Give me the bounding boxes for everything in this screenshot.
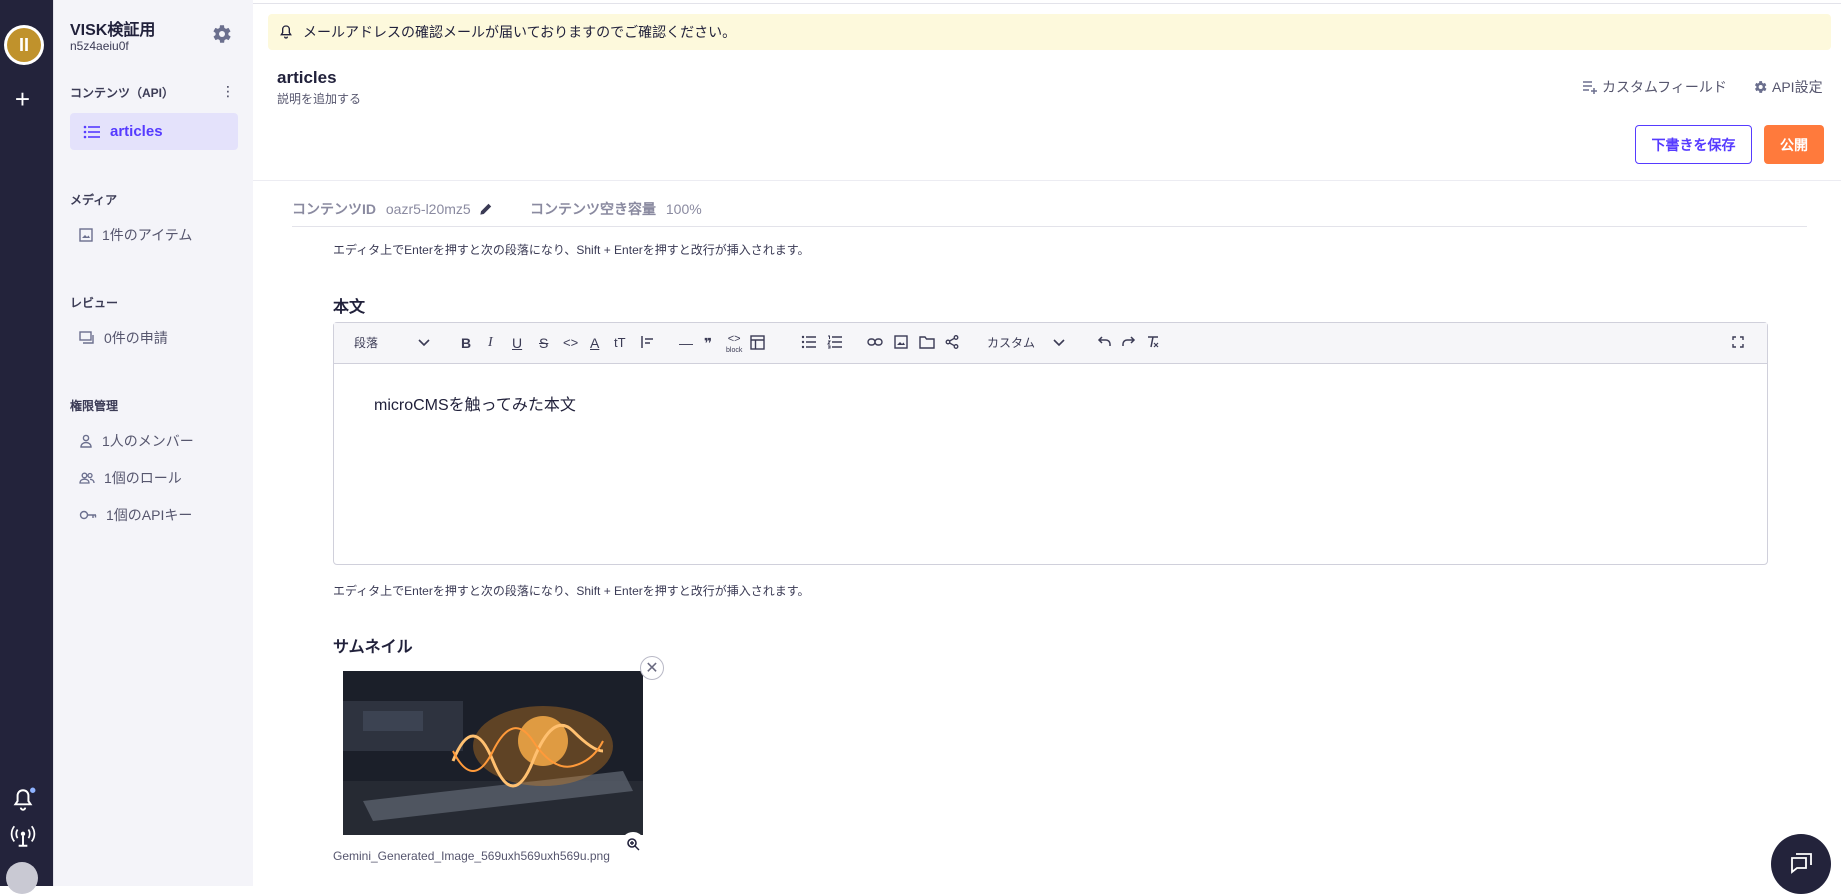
service-logo-mark: ΙΙ [7,28,41,62]
section-content-api: コンテンツ（API） [70,86,175,100]
email-confirm-banner: メールアドレスの確認メールが届いておりますのでご確認ください。 [268,14,1831,50]
gear-icon[interactable] [209,22,233,46]
group-icon [79,472,95,484]
add-description-link[interactable]: 説明を追加する [277,90,361,107]
more-vert-icon[interactable]: ⋮ [221,83,235,100]
api-settings-link[interactable]: API設定 [1752,77,1823,97]
support-chat-button[interactable] [1771,834,1831,894]
broadcast-icon[interactable] [10,823,36,849]
content-id-row: コンテンツID oazr5-l20mz5 [292,199,493,219]
gear-icon [1754,81,1767,93]
blockquote-button[interactable]: ❞ [704,335,712,351]
clear-format-icon[interactable] [1146,335,1160,352]
section-review: レビュー [70,296,119,310]
strikethrough-button[interactable]: S [539,335,548,351]
user-avatar[interactable] [6,862,38,894]
text-color-button[interactable]: A [590,335,599,351]
add-service-icon[interactable]: + [0,86,45,112]
sidebar-item-label: articles [110,123,163,140]
bullet-list-icon[interactable] [801,335,817,352]
section-media: メディア [70,193,118,207]
code-block-glyph: <> [727,333,741,345]
header-divider [253,180,1841,181]
image-icon[interactable] [894,335,908,352]
top-border [253,0,1841,4]
paragraph-select[interactable]: 段落 [354,335,378,351]
edit-icon[interactable] [479,202,493,216]
custom-fields-link[interactable]: カスタムフィールド [1582,77,1727,97]
publish-button[interactable]: 公開 [1764,125,1824,164]
custom-fields-label: カスタムフィールド [1602,79,1727,95]
numbered-list-icon[interactable] [827,335,843,352]
global-rail: ΙΙ + [0,0,53,894]
meta-divider [292,226,1807,227]
folder-icon[interactable] [919,335,935,352]
content-id-value: oazr5-l20mz5 [385,201,471,217]
bold-button[interactable]: B [461,335,471,351]
review-icon [79,331,94,344]
capacity-value: 100% [665,201,702,217]
bell-icon [280,25,292,39]
redo-icon[interactable] [1121,335,1137,352]
sidebar-item-media[interactable]: 1件のアイテム [70,222,192,248]
italic-button[interactable]: I [488,335,493,351]
field-label-body: 本文 [333,299,366,316]
service-id: n5z4aeiu0f [70,39,129,53]
sidebar-item-label: 0件の申請 [104,330,168,346]
field-label-thumbnail: サムネイル [333,639,413,656]
align-icon[interactable] [641,335,655,352]
font-size-button[interactable]: tT [614,335,626,351]
chat-icon [1791,853,1812,874]
code-block-sub-label: block [726,347,743,354]
service-logo[interactable]: ΙΙ [4,25,44,65]
fullscreen-icon[interactable] [1732,335,1744,351]
chevron-down-icon[interactable] [1052,335,1066,352]
thumbnail-image [343,671,643,835]
editor-hint: エディタ上でEnterを押すと次の段落になり、Shift + Enterを押すと… [333,584,810,598]
code-block-button[interactable]: <> block [726,331,742,354]
horizontal-rule-button[interactable]: — [679,335,693,351]
editor-toolbar: 段落 B I U S <> A tT — ❞ <> block カスタム [334,323,1767,364]
playlist-add-icon [1583,81,1597,94]
bell-icon[interactable] [10,787,36,813]
sidebar-item-members[interactable]: 1人のメンバー [70,428,194,454]
sidebar-item-api-keys[interactable]: 1個のAPIキー [70,502,192,528]
service-name: VISK検証用 [70,22,156,39]
underline-button[interactable]: U [512,335,522,351]
sidebar-item-label: 1人のメンバー [102,433,194,449]
undo-icon[interactable] [1096,335,1112,352]
banner-text: メールアドレスの確認メールが届いておりますのでご確認ください。 [303,24,737,40]
thumbnail-file-name: Gemini_Generated_Image_569uxh569uxh569u.… [333,849,610,863]
sidebar-item-label: 1個のロール [104,470,182,486]
sidebar-item-review[interactable]: 0件の申請 [70,325,168,351]
key-icon [79,510,97,520]
api-settings-label: API設定 [1772,79,1823,95]
sidebar-item-label: 1件のアイテム [102,227,193,243]
share-icon[interactable] [945,335,959,352]
link-icon[interactable] [867,335,883,352]
zoom-icon[interactable] [621,832,645,856]
chevron-down-icon[interactable] [417,335,431,352]
sidebar-item-articles[interactable]: articles [70,113,238,150]
sidebar-item-roles[interactable]: 1個のロール [70,465,182,491]
save-draft-button[interactable]: 下書きを保存 [1635,125,1752,164]
editor-content[interactable]: microCMSを触ってみた本文 [374,391,576,415]
thumbnail-preview[interactable] [333,665,646,840]
section-permissions: 権限管理 [70,399,119,413]
list-icon [83,125,100,138]
inline-code-button[interactable]: <> [563,335,578,351]
custom-select[interactable]: カスタム [987,335,1035,351]
editor-hint: エディタ上でEnterを押すと次の段落になり、Shift + Enterを押すと… [333,243,810,257]
page-title: articles [277,68,337,87]
image-icon [79,228,93,242]
sidebar-item-label: 1個のAPIキー [106,507,193,523]
service-sidebar: VISK検証用 n5z4aeiu0f コンテンツ（API） ⋮ articles… [53,0,253,886]
capacity-row: コンテンツ空き容量 100% [530,199,702,219]
rich-text-editor[interactable]: 段落 B I U S <> A tT — ❞ <> block カスタム mic… [333,322,1768,565]
person-icon [80,434,92,448]
capacity-label: コンテンツ空き容量 [530,201,656,217]
table-icon[interactable] [750,335,765,353]
remove-thumbnail-button[interactable]: ✕ [640,656,664,680]
content-id-label: コンテンツID [292,201,376,217]
